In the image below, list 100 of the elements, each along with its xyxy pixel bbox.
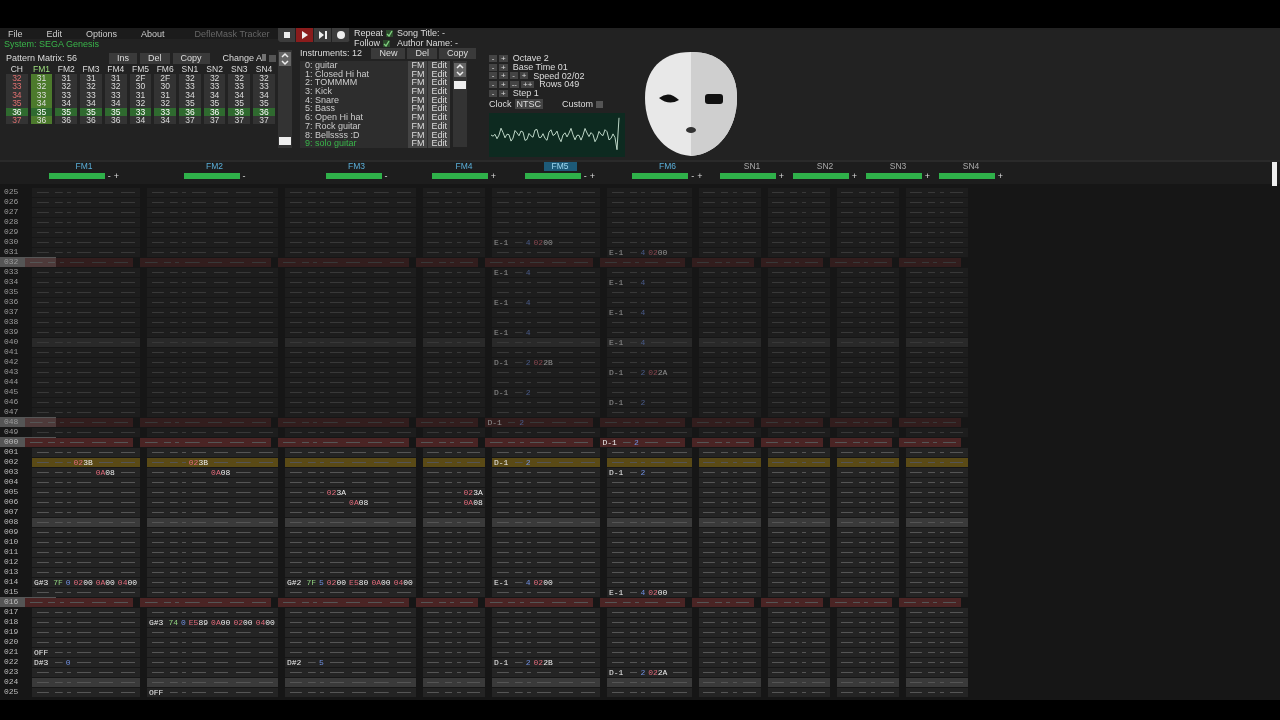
channel-control[interactable]: + <box>851 172 858 180</box>
step-button[interactable]: ++ <box>521 81 535 89</box>
matrix-cell[interactable]: 34 <box>6 90 28 100</box>
instrument-name[interactable]: 7: Rock guitar <box>300 121 408 131</box>
matrix-cell[interactable]: 36 <box>30 116 53 125</box>
matrix-cell[interactable]: 35 <box>203 99 226 108</box>
pattern-cell[interactable]: 023B <box>147 457 278 467</box>
matrix-column-header[interactable]: FM6 <box>154 65 177 74</box>
channel-control[interactable]: - <box>384 172 388 180</box>
channel-name[interactable]: FM4 <box>447 162 481 171</box>
edit-button[interactable]: Edit <box>427 61 450 70</box>
matrix-cell[interactable]: 34 <box>80 99 102 108</box>
edit-button[interactable]: Edit <box>427 87 450 96</box>
matrix-cell[interactable]: 34 <box>203 90 226 100</box>
pattern-cell[interactable]: D-1 2 022B <box>492 357 600 367</box>
matrix-cell[interactable]: 33 <box>80 90 102 100</box>
edit-button[interactable]: Edit <box>427 139 450 148</box>
matrix-cell[interactable]: 32 <box>154 99 177 108</box>
matrix-cell[interactable]: 36 <box>104 116 127 125</box>
matrix-cell[interactable]: 37 <box>6 116 28 125</box>
matrix-cell[interactable]: 35 <box>6 99 28 108</box>
pattern-cell[interactable]: E-1 4 <box>492 327 600 337</box>
matrix-column-header[interactable]: FM1 <box>30 65 53 74</box>
matrix-cell[interactable]: 34 <box>253 90 275 100</box>
channel-name[interactable]: FM3 <box>340 162 373 171</box>
clock-selector[interactable]: NTSC <box>514 99 543 110</box>
edit-button[interactable]: Edit <box>427 113 450 122</box>
matrix-cell[interactable]: 34 <box>154 116 177 125</box>
channel-control[interactable]: + <box>997 172 1004 180</box>
matrix-cell[interactable]: 37 <box>179 116 201 125</box>
pattern-cell[interactable]: G#3 74 0 E589 0A00 0200 0400 <box>147 617 278 627</box>
matrix-button[interactable]: Del <box>140 52 170 64</box>
matrix-button[interactable]: Ins <box>109 52 137 64</box>
step-button[interactable]: - <box>489 72 497 80</box>
channel-name[interactable]: SN2 <box>808 162 842 171</box>
matrix-cell[interactable]: 32 <box>203 74 226 83</box>
channel-control[interactable]: - <box>583 172 587 180</box>
instrument-name[interactable]: 9: solo guitar <box>300 139 408 148</box>
matrix-cell[interactable]: 33 <box>55 90 78 100</box>
instrument-button[interactable]: Del <box>407 47 437 59</box>
edit-button[interactable]: Edit <box>427 121 450 131</box>
matrix-cell[interactable]: 32 <box>6 74 28 83</box>
matrix-cell[interactable]: 31 <box>129 90 152 100</box>
instrument-name[interactable]: 3: Kick <box>300 87 408 96</box>
pattern-cell[interactable]: E-1 4 <box>607 307 692 317</box>
matrix-cell[interactable]: 30 <box>129 82 152 91</box>
matrix-cell[interactable]: 32 <box>80 82 102 91</box>
menu-item[interactable]: File <box>8 29 23 39</box>
matrix-cell[interactable]: 35 <box>55 107 78 117</box>
scrollbar-thumb[interactable] <box>454 81 466 89</box>
matrix-cell[interactable]: 35 <box>104 107 127 117</box>
matrix-cell[interactable]: 36 <box>55 116 78 125</box>
scrollbar-thumb[interactable] <box>1272 162 1277 186</box>
channel-control[interactable]: - <box>242 172 246 180</box>
pattern-cell[interactable]: D-1 2 <box>607 467 692 477</box>
menu-item[interactable]: Edit <box>46 29 63 39</box>
channel-control[interactable]: + <box>924 172 931 180</box>
pattern-cell[interactable]: E-1 4 0200 <box>607 247 692 257</box>
matrix-cell[interactable]: 31 <box>104 74 127 83</box>
channel-control[interactable]: + <box>113 172 120 180</box>
pattern-cell[interactable]: D-1 2 <box>607 397 692 407</box>
pattern-cell[interactable]: OFF <box>147 687 278 697</box>
step-button[interactable]: + <box>499 90 508 98</box>
channel-control[interactable]: - <box>691 172 695 180</box>
matrix-cell[interactable]: 34 <box>55 99 78 108</box>
pattern-cell[interactable]: 0A08 <box>32 467 140 477</box>
step-button[interactable]: + <box>499 72 508 80</box>
instrument-type[interactable]: FM <box>407 61 428 70</box>
channel-name[interactable]: FM2 <box>198 162 231 171</box>
step-button[interactable]: - <box>489 81 497 89</box>
transport-button[interactable] <box>278 28 296 42</box>
scrollbar-thumb[interactable] <box>279 137 291 145</box>
channel-control[interactable]: + <box>778 172 785 180</box>
instrument-type[interactable]: FM <box>407 121 428 131</box>
menu-item[interactable]: Options <box>86 29 118 39</box>
pattern-cell[interactable]: 023B <box>32 457 140 467</box>
matrix-cell[interactable]: 35 <box>179 99 201 108</box>
pattern-cell[interactable]: 023A <box>423 487 485 497</box>
pattern-cell[interactable]: E-1 4 <box>607 337 692 347</box>
instrument-name[interactable]: 1: Closed Hi hat <box>300 69 408 79</box>
step-button[interactable]: - <box>489 63 497 71</box>
step-button[interactable]: - <box>489 90 497 98</box>
instrument-name[interactable]: 2: TOMMMM <box>300 78 408 88</box>
matrix-column-header[interactable]: FM3 <box>80 65 102 74</box>
instrument-name[interactable]: 4: Snare <box>300 95 408 105</box>
transport-button[interactable] <box>296 28 314 42</box>
matrix-cell[interactable]: 36 <box>203 107 226 117</box>
instrument-button[interactable]: Copy <box>439 47 476 59</box>
channel-control[interactable]: - <box>107 172 111 180</box>
matrix-cell[interactable]: 34 <box>228 90 251 100</box>
matrix-cell[interactable]: 34 <box>129 116 152 125</box>
matrix-cell[interactable]: 33 <box>179 82 201 91</box>
matrix-cell[interactable]: 33 <box>228 82 251 91</box>
matrix-cell[interactable]: 32 <box>55 82 78 91</box>
instrument-name[interactable]: 6: Open Hi hat <box>300 113 408 122</box>
instrument-type[interactable]: FM <box>407 87 428 96</box>
matrix-column-header[interactable]: SN3 <box>228 65 251 74</box>
pattern-cell[interactable]: G#2 7F 5 0200 E580 0A00 0400 <box>285 577 416 587</box>
matrix-column-header[interactable]: FM5 <box>129 65 152 74</box>
pattern-cell[interactable]: 0A08 <box>147 467 278 477</box>
